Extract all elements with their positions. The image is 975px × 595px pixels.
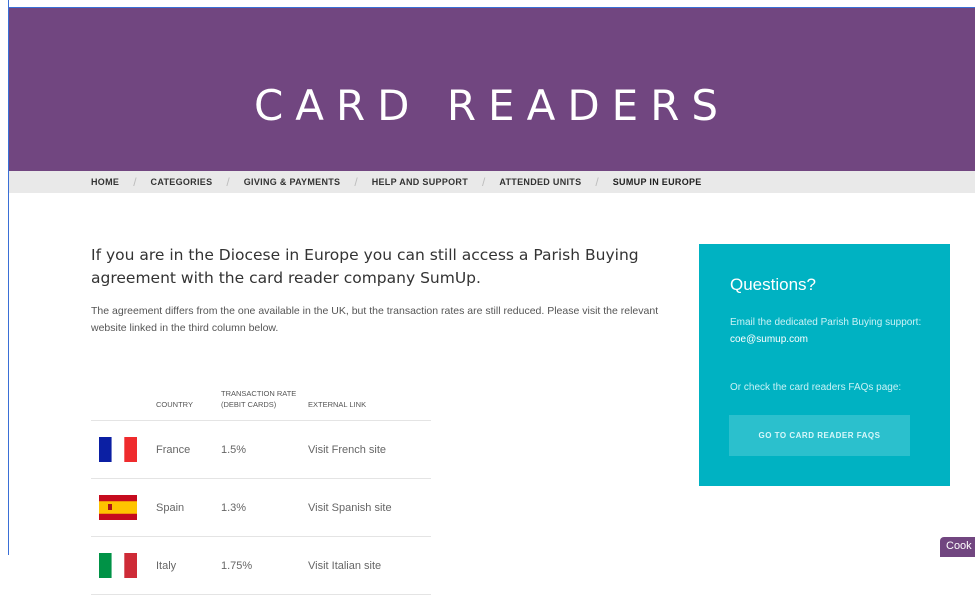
intro-text: If you are in the Diocese in Europe you … (91, 246, 639, 287)
questions-title: Questions? (730, 275, 816, 294)
rate-header: TRANSACTION RATE (DEBIT CARDS) (221, 365, 308, 421)
spanish-site-link[interactable]: Visit Spanish site (308, 502, 392, 514)
main-content: If you are in the Diocese in Europe you … (91, 244, 661, 348)
country-header: COUNTRY (156, 365, 221, 421)
support-text: Email the dedicated Parish Buying suppor… (730, 314, 940, 348)
france-flag-icon (99, 437, 137, 462)
table-row: France 1.5% Visit French site (91, 420, 431, 479)
spain-flag-icon (99, 495, 137, 520)
breadcrumb-attended-units[interactable]: ATTENDED UNITS (499, 177, 581, 187)
breadcrumb-separator: / (482, 175, 486, 189)
breadcrumb-giving-payments[interactable]: GIVING & PAYMENTS (244, 177, 341, 187)
flag-header (91, 365, 156, 421)
country-cell: France (156, 420, 221, 479)
italy-flag-icon (99, 553, 137, 578)
breadcrumb-separator: / (595, 175, 599, 189)
breadcrumb-help-support[interactable]: HELP AND SUPPORT (372, 177, 468, 187)
cookie-settings-button[interactable]: Cook (940, 537, 975, 557)
description-text: The agreement differs from the one avail… (91, 305, 659, 334)
rate-cell: 1.3% (221, 478, 308, 537)
support-email-link[interactable]: coe@sumup.com (730, 334, 808, 345)
questions-panel: Questions? Email the dedicated Parish Bu… (699, 244, 950, 486)
breadcrumb-current: SUMUP IN EUROPE (612, 177, 702, 187)
faq-prompt: Or check the card readers FAQs page: (730, 382, 902, 393)
page-title: CARD READERS (253, 81, 731, 131)
link-header: EXTERNAL LINK (308, 365, 431, 421)
table-header-row: COUNTRY TRANSACTION RATE (DEBIT CARDS) E… (91, 365, 431, 421)
breadcrumb-separator: / (133, 175, 137, 189)
rate-cell: 1.75% (221, 536, 308, 595)
breadcrumb-home[interactable]: HOME (91, 177, 119, 187)
breadcrumb-categories[interactable]: CATEGORIES (151, 177, 213, 187)
rate-cell: 1.5% (221, 420, 308, 479)
country-cell: Spain (156, 478, 221, 537)
rates-table: COUNTRY TRANSACTION RATE (DEBIT CARDS) E… (91, 365, 431, 595)
breadcrumb-separator: / (226, 175, 230, 189)
support-description: Email the dedicated Parish Buying suppor… (730, 317, 922, 328)
breadcrumb-separator: / (354, 175, 358, 189)
table-row: Italy 1.75% Visit Italian site (91, 536, 431, 595)
country-cell: Italy (156, 536, 221, 595)
table-row: Spain 1.3% Visit Spanish site (91, 478, 431, 537)
page-header: CARD READERS (9, 8, 975, 171)
card-reader-faqs-button[interactable]: GO TO CARD READER FAQS (729, 415, 910, 456)
french-site-link[interactable]: Visit French site (308, 444, 386, 456)
breadcrumb: HOME / CATEGORIES / GIVING & PAYMENTS / … (9, 171, 975, 193)
italian-site-link[interactable]: Visit Italian site (308, 560, 381, 572)
